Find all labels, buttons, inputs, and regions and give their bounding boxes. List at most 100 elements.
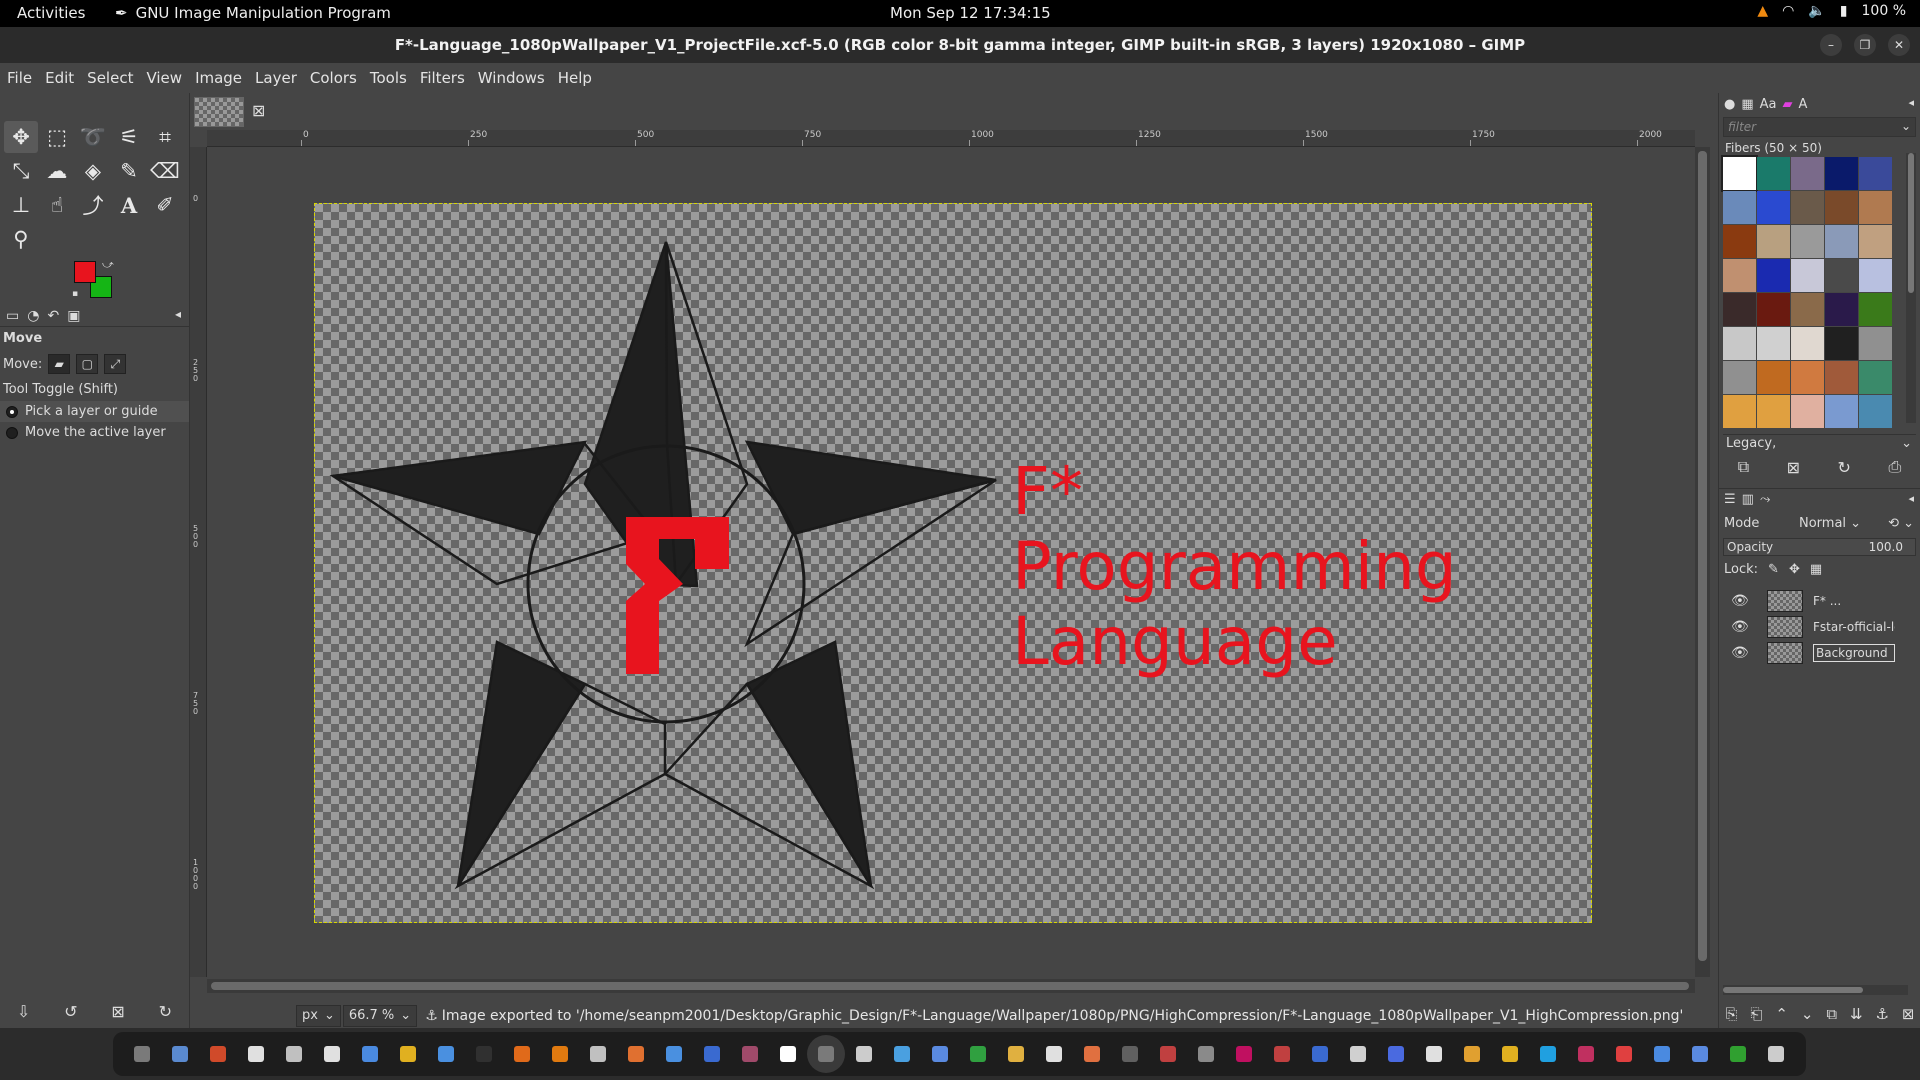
opacity-slider[interactable]: Opacity 100.0 (1723, 538, 1916, 556)
anchor-layer-icon[interactable]: ⚓ (1875, 1005, 1888, 1023)
clock[interactable]: Mon Sep 12 17:34:15 (890, 4, 1051, 22)
pattern-swatch[interactable] (1859, 157, 1892, 190)
pattern-swatch[interactable] (1825, 157, 1858, 190)
paintbrush-icon[interactable]: ✎ (112, 155, 146, 187)
layer-row[interactable]: 👁 F* ... (1719, 588, 1920, 614)
text-tool-icon[interactable]: A (112, 189, 146, 221)
pattern-swatch[interactable] (1825, 191, 1858, 224)
brushes-tab-icon[interactable]: ● (1724, 97, 1735, 112)
dock-app-icon[interactable] (579, 1035, 617, 1073)
horizontal-ruler[interactable]: 0 250 500 750 1000 1250 1500 1750 2000 (207, 130, 1695, 147)
pattern-swatch[interactable] (1757, 395, 1790, 428)
pattern-swatch[interactable] (1825, 361, 1858, 394)
dock-app-icon[interactable] (617, 1035, 655, 1073)
color-picker-icon[interactable]: ✐ (148, 189, 182, 221)
color-swatches[interactable]: ⤻ ▪ (72, 258, 118, 303)
unit-dropdown[interactable]: px ⌄ (296, 1004, 341, 1027)
menu-filters[interactable]: Filters (420, 69, 465, 87)
menu-colors[interactable]: Colors (310, 69, 357, 87)
channels-tab-icon[interactable]: ▥ (1742, 492, 1754, 507)
dock-app-icon[interactable] (427, 1035, 465, 1073)
menu-view[interactable]: View (146, 69, 182, 87)
gradients-tab-icon[interactable]: ▰ (1783, 97, 1793, 112)
swap-colors-icon[interactable]: ⤻ (102, 258, 114, 272)
image-tab-thumbnail[interactable] (194, 97, 244, 127)
pattern-swatch[interactable] (1791, 293, 1824, 326)
dock-app-icon[interactable] (1301, 1035, 1339, 1073)
menu-help[interactable]: Help (558, 69, 592, 87)
pattern-swatch[interactable] (1825, 293, 1858, 326)
clone-icon[interactable]: ⊥ (4, 189, 38, 221)
dock-app-icon[interactable] (1339, 1035, 1377, 1073)
move-layer-mode-icon[interactable]: ▰ (48, 354, 71, 374)
dock-app-icon[interactable] (1377, 1035, 1415, 1073)
move-tool-icon[interactable]: ✥ (4, 121, 38, 153)
composite-mode-icon[interactable]: ⟲ ⌄ (1888, 516, 1914, 531)
tool-options-tab-icon[interactable]: ▭ (6, 308, 19, 324)
lock-pixels-icon[interactable]: ✎ (1768, 562, 1779, 577)
layers-scroll-thumb[interactable] (1723, 987, 1863, 993)
move-selection-mode-icon[interactable]: ▢ (76, 354, 99, 374)
duplicate-layer-icon[interactable]: ⧉ (1826, 1005, 1837, 1023)
dock-app-icon[interactable] (313, 1035, 351, 1073)
horizontal-scroll-thumb[interactable] (211, 982, 1689, 990)
dock-app-icon[interactable] (1757, 1035, 1795, 1073)
paths-tab-icon[interactable]: ⤳ (1760, 492, 1770, 507)
layer-row-active[interactable]: 👁 Background (1719, 640, 1920, 666)
minimize-icon[interactable]: – (1820, 34, 1842, 56)
eye-icon[interactable]: 👁 (1731, 593, 1751, 609)
dock-app-icon[interactable] (1073, 1035, 1111, 1073)
menu-file[interactable]: File (7, 69, 32, 87)
undo-history-tab-icon[interactable]: ↶ (47, 308, 59, 324)
images-tab-icon[interactable]: ▣ (67, 308, 80, 324)
merge-layer-icon[interactable]: ⇊ (1850, 1005, 1863, 1023)
pattern-swatch[interactable] (1757, 293, 1790, 326)
pattern-swatch[interactable] (1859, 395, 1892, 428)
new-layer-icon[interactable]: ⎘ (1725, 1005, 1737, 1023)
pattern-swatch[interactable] (1825, 327, 1858, 360)
pattern-swatch[interactable] (1859, 327, 1892, 360)
pattern-swatch[interactable] (1757, 157, 1790, 190)
close-icon[interactable]: ✕ (1888, 34, 1910, 56)
pattern-scroll-thumb[interactable] (1908, 153, 1914, 293)
reset-options-icon[interactable]: ↻ (159, 1002, 172, 1026)
system-tray[interactable]: ▲ ◠ 🔈 ▮ 100 % (1757, 3, 1906, 19)
pattern-swatch[interactable] (1791, 157, 1824, 190)
menu-edit[interactable]: Edit (45, 69, 74, 87)
new-layer-group-icon[interactable]: ⎗ (1750, 1005, 1762, 1023)
dock-app-icon[interactable] (503, 1035, 541, 1073)
pattern-swatch[interactable] (1859, 191, 1892, 224)
unified-transform-icon[interactable]: ⤡ (4, 155, 38, 187)
refresh-patterns-icon[interactable]: ↻ (1838, 458, 1851, 477)
pattern-swatch[interactable] (1859, 293, 1892, 326)
eye-icon[interactable]: 👁 (1731, 645, 1751, 661)
pattern-swatch[interactable] (1723, 327, 1756, 360)
layer-row[interactable]: 👁 Fstar-official-lo (1719, 614, 1920, 640)
layers-tab-icon[interactable]: ☰ (1724, 492, 1736, 507)
pattern-filter-input[interactable]: filter ⌄ (1723, 117, 1916, 137)
foreground-color-swatch[interactable] (74, 261, 96, 283)
dock-app-icon[interactable] (997, 1035, 1035, 1073)
zoom-dropdown[interactable]: 66.7 % ⌄ (342, 1004, 418, 1027)
layers-scrollbar[interactable] (1723, 985, 1908, 995)
pattern-swatch[interactable] (1859, 225, 1892, 258)
fuzzy-select-icon[interactable]: ⚟ (112, 121, 146, 153)
dock-app-icon[interactable] (1605, 1035, 1643, 1073)
pattern-swatch[interactable] (1791, 225, 1824, 258)
save-options-icon[interactable]: ⇩ (17, 1002, 30, 1026)
warp-icon[interactable]: ☁ (40, 155, 74, 187)
smudge-icon[interactable]: ☝ (40, 189, 74, 221)
dock-app-icon[interactable] (731, 1035, 769, 1073)
dock-app-icon[interactable] (161, 1035, 199, 1073)
pattern-swatch[interactable] (1723, 259, 1756, 292)
activities-button[interactable]: Activities (17, 4, 85, 22)
menu-select[interactable]: Select (87, 69, 133, 87)
pattern-swatch[interactable] (1723, 191, 1756, 224)
pattern-scrollbar[interactable] (1906, 153, 1916, 423)
menu-tools[interactable]: Tools (370, 69, 407, 87)
reset-colors-icon[interactable]: ▪ (72, 289, 78, 299)
pattern-tag-dropdown[interactable]: Legacy, ⌄ (1723, 434, 1916, 454)
pattern-swatch-selected[interactable] (1721, 155, 1758, 192)
pattern-swatch[interactable] (1859, 361, 1892, 394)
dock-app-icon[interactable] (1035, 1035, 1073, 1073)
